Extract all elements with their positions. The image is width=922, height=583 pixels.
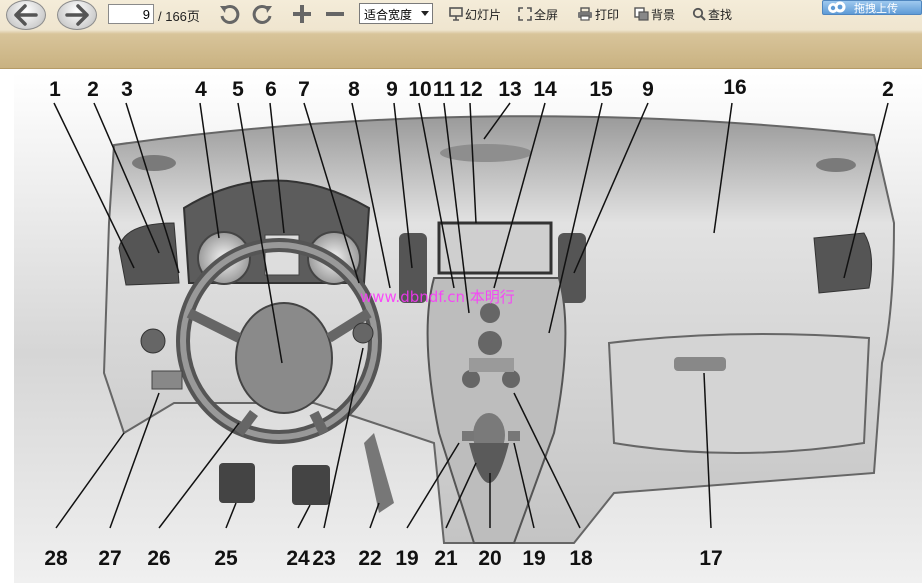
callout-number: 2 (882, 78, 894, 101)
background-button[interactable]: 背景 (634, 6, 675, 22)
callout-number: 18 (569, 547, 593, 570)
zoom-select-value: 适合宽度 (364, 8, 413, 22)
callout-number: 13 (498, 78, 522, 101)
printer-icon (578, 7, 592, 21)
arrow-left-icon (14, 4, 38, 26)
callout-number: 25 (214, 547, 238, 570)
callout-number: 3 (121, 78, 133, 101)
callout-number: 5 (232, 78, 244, 101)
plus-icon (293, 5, 311, 23)
search-icon (692, 7, 706, 21)
callout-number: 11 (432, 78, 456, 101)
background-label: 背景 (651, 7, 676, 22)
callout-number: 9 (642, 78, 654, 101)
print-label: 打印 (595, 7, 620, 22)
document-page: 1 2 3 4 5 6 7 8 9 10 11 12 13 14 15 9 16… (0, 69, 922, 583)
background-icon (634, 7, 649, 21)
callout-number: 6 (265, 78, 277, 101)
callout-number: 24 (286, 547, 310, 570)
zoom-in-button[interactable] (289, 2, 315, 26)
page-total-label: / 166页 (158, 9, 200, 24)
callout-number: 17 (699, 547, 723, 570)
callout-number: 21 (434, 547, 458, 570)
callout-number: 28 (44, 547, 68, 570)
dashboard-figure: 1 2 3 4 5 6 7 8 9 10 11 12 13 14 15 9 16… (14, 73, 922, 583)
callout-number: 9 (386, 78, 398, 101)
callout-number: 1 (49, 78, 61, 101)
find-label: 查找 (708, 7, 733, 22)
minus-icon (326, 12, 344, 16)
dashboard-illustration (14, 73, 922, 583)
rotate-left-button[interactable] (216, 2, 242, 26)
fullscreen-label: 全屏 (534, 7, 559, 22)
callout-number: 22 (358, 547, 382, 570)
cloud-upload-icon (828, 1, 846, 13)
callout-number: 4 (195, 78, 207, 101)
back-button[interactable] (6, 0, 46, 30)
zoom-out-button[interactable] (322, 2, 348, 26)
find-button[interactable]: 查找 (692, 6, 732, 22)
fullscreen-button[interactable]: 全屏 (518, 6, 558, 22)
slideshow-button[interactable]: 幻灯片 (449, 6, 501, 22)
fullscreen-icon (518, 7, 532, 21)
callout-number: 26 (147, 547, 171, 570)
callout-number: 10 (408, 78, 432, 101)
viewer-toolbar: / 166页 适合宽度 幻灯片 全屏 (0, 0, 922, 69)
callout-number: 27 (98, 547, 122, 570)
callout-number: 15 (589, 78, 613, 101)
callout-number: 8 (348, 78, 360, 101)
callout-number: 2 (87, 78, 99, 101)
rotate-right-icon (252, 4, 272, 24)
page-number-input[interactable] (108, 4, 154, 24)
callout-number: 16 (723, 76, 747, 99)
slideshow-icon (449, 7, 463, 21)
upload-button[interactable]: 拖拽上传 (822, 0, 922, 15)
forward-button[interactable] (57, 0, 97, 30)
callout-number: 19 (522, 547, 546, 570)
callout-number: 14 (533, 78, 557, 101)
zoom-select[interactable]: 适合宽度 (359, 3, 433, 24)
upload-label: 拖拽上传 (854, 2, 898, 15)
callout-number: 7 (298, 78, 310, 101)
callout-number: 20 (478, 547, 502, 570)
chevron-down-icon (421, 11, 429, 16)
callout-number: 12 (459, 78, 483, 101)
callout-number: 23 (312, 547, 336, 570)
watermark-text: www.dbndf.cn 本明行 (360, 288, 515, 306)
callout-number: 19 (395, 547, 419, 570)
print-button[interactable]: 打印 (577, 6, 619, 22)
slideshow-label: 幻灯片 (465, 7, 502, 22)
rotate-left-icon (220, 4, 240, 24)
rotate-right-button[interactable] (250, 2, 276, 26)
arrow-right-icon (65, 4, 89, 26)
